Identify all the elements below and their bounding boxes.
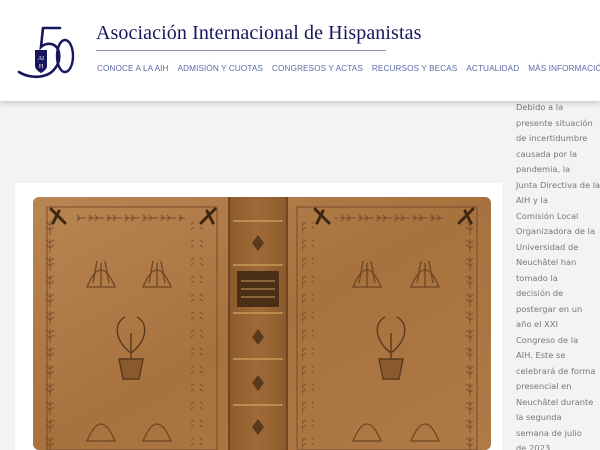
- announcement-line: de incertidumbre: [516, 133, 588, 143]
- announcement-line: pandemia, la: [516, 164, 571, 174]
- announcement-line: de 2023.: [516, 443, 553, 450]
- announcement-line: presente situación: [516, 117, 593, 128]
- nav-item-conoce[interactable]: CONOCE A LA AIH: [97, 64, 169, 73]
- announcement-line: Organizadora de la: [516, 226, 596, 236]
- announcement-line: AIH y la: [516, 195, 548, 205]
- svg-text:AI: AI: [38, 56, 44, 62]
- announcement-line: causada por la: [516, 148, 578, 159]
- announcement-line: la segunda: [516, 412, 562, 422]
- svg-text:H: H: [39, 64, 44, 70]
- announcement-line: celebrará de forma: [516, 365, 596, 376]
- main-nav: CONOCE A LA AIH ADMISIÓN Y CUOTAS CONGRE…: [97, 64, 600, 73]
- announcement-line: año el XXI: [516, 319, 558, 329]
- announcement-line: semana de julio: [516, 427, 582, 438]
- announcement-line: Neuchâtel durante: [516, 396, 594, 407]
- nav-item-actualidad[interactable]: ACTUALIDAD: [466, 64, 519, 73]
- nav-item-recursos[interactable]: RECURSOS Y BECAS: [372, 64, 457, 73]
- aih-50-logo[interactable]: AI H: [13, 20, 77, 84]
- announcement-line: decisión de: [516, 288, 564, 298]
- nav-item-congresos[interactable]: CONGRESOS Y ACTAS: [272, 64, 363, 73]
- congress-announcement: Debido a la presente situación de incertid…: [516, 100, 600, 450]
- announcement-line: Neuchâtel han: [516, 257, 577, 267]
- announcement-line: presencial en: [516, 381, 572, 391]
- announcement-line: Comisión Local: [516, 210, 579, 221]
- announcement-line: Universidad de: [516, 241, 579, 252]
- nav-item-admision[interactable]: ADMISIÓN Y CUOTAS: [178, 64, 263, 73]
- book-cover-photo: [15, 183, 502, 450]
- title-divider: [96, 50, 386, 51]
- announcement-line: AIH. Este se: [516, 350, 566, 360]
- announcement-line: Junta Directiva de la: [516, 179, 600, 190]
- site-header: AI H Asociación Internacional de Hispani…: [0, 0, 600, 101]
- announcement-line: postergar en un: [516, 303, 583, 314]
- announcement-line: Debido a la: [516, 102, 564, 112]
- announcement-line: tomado la: [516, 272, 558, 283]
- announcement-line: Congreso de la: [516, 334, 579, 345]
- site-title[interactable]: Asociación Internacional de Hispanistas: [96, 22, 421, 45]
- nav-item-mas-informacion[interactable]: MÁS INFORMACIÓN: [528, 64, 600, 73]
